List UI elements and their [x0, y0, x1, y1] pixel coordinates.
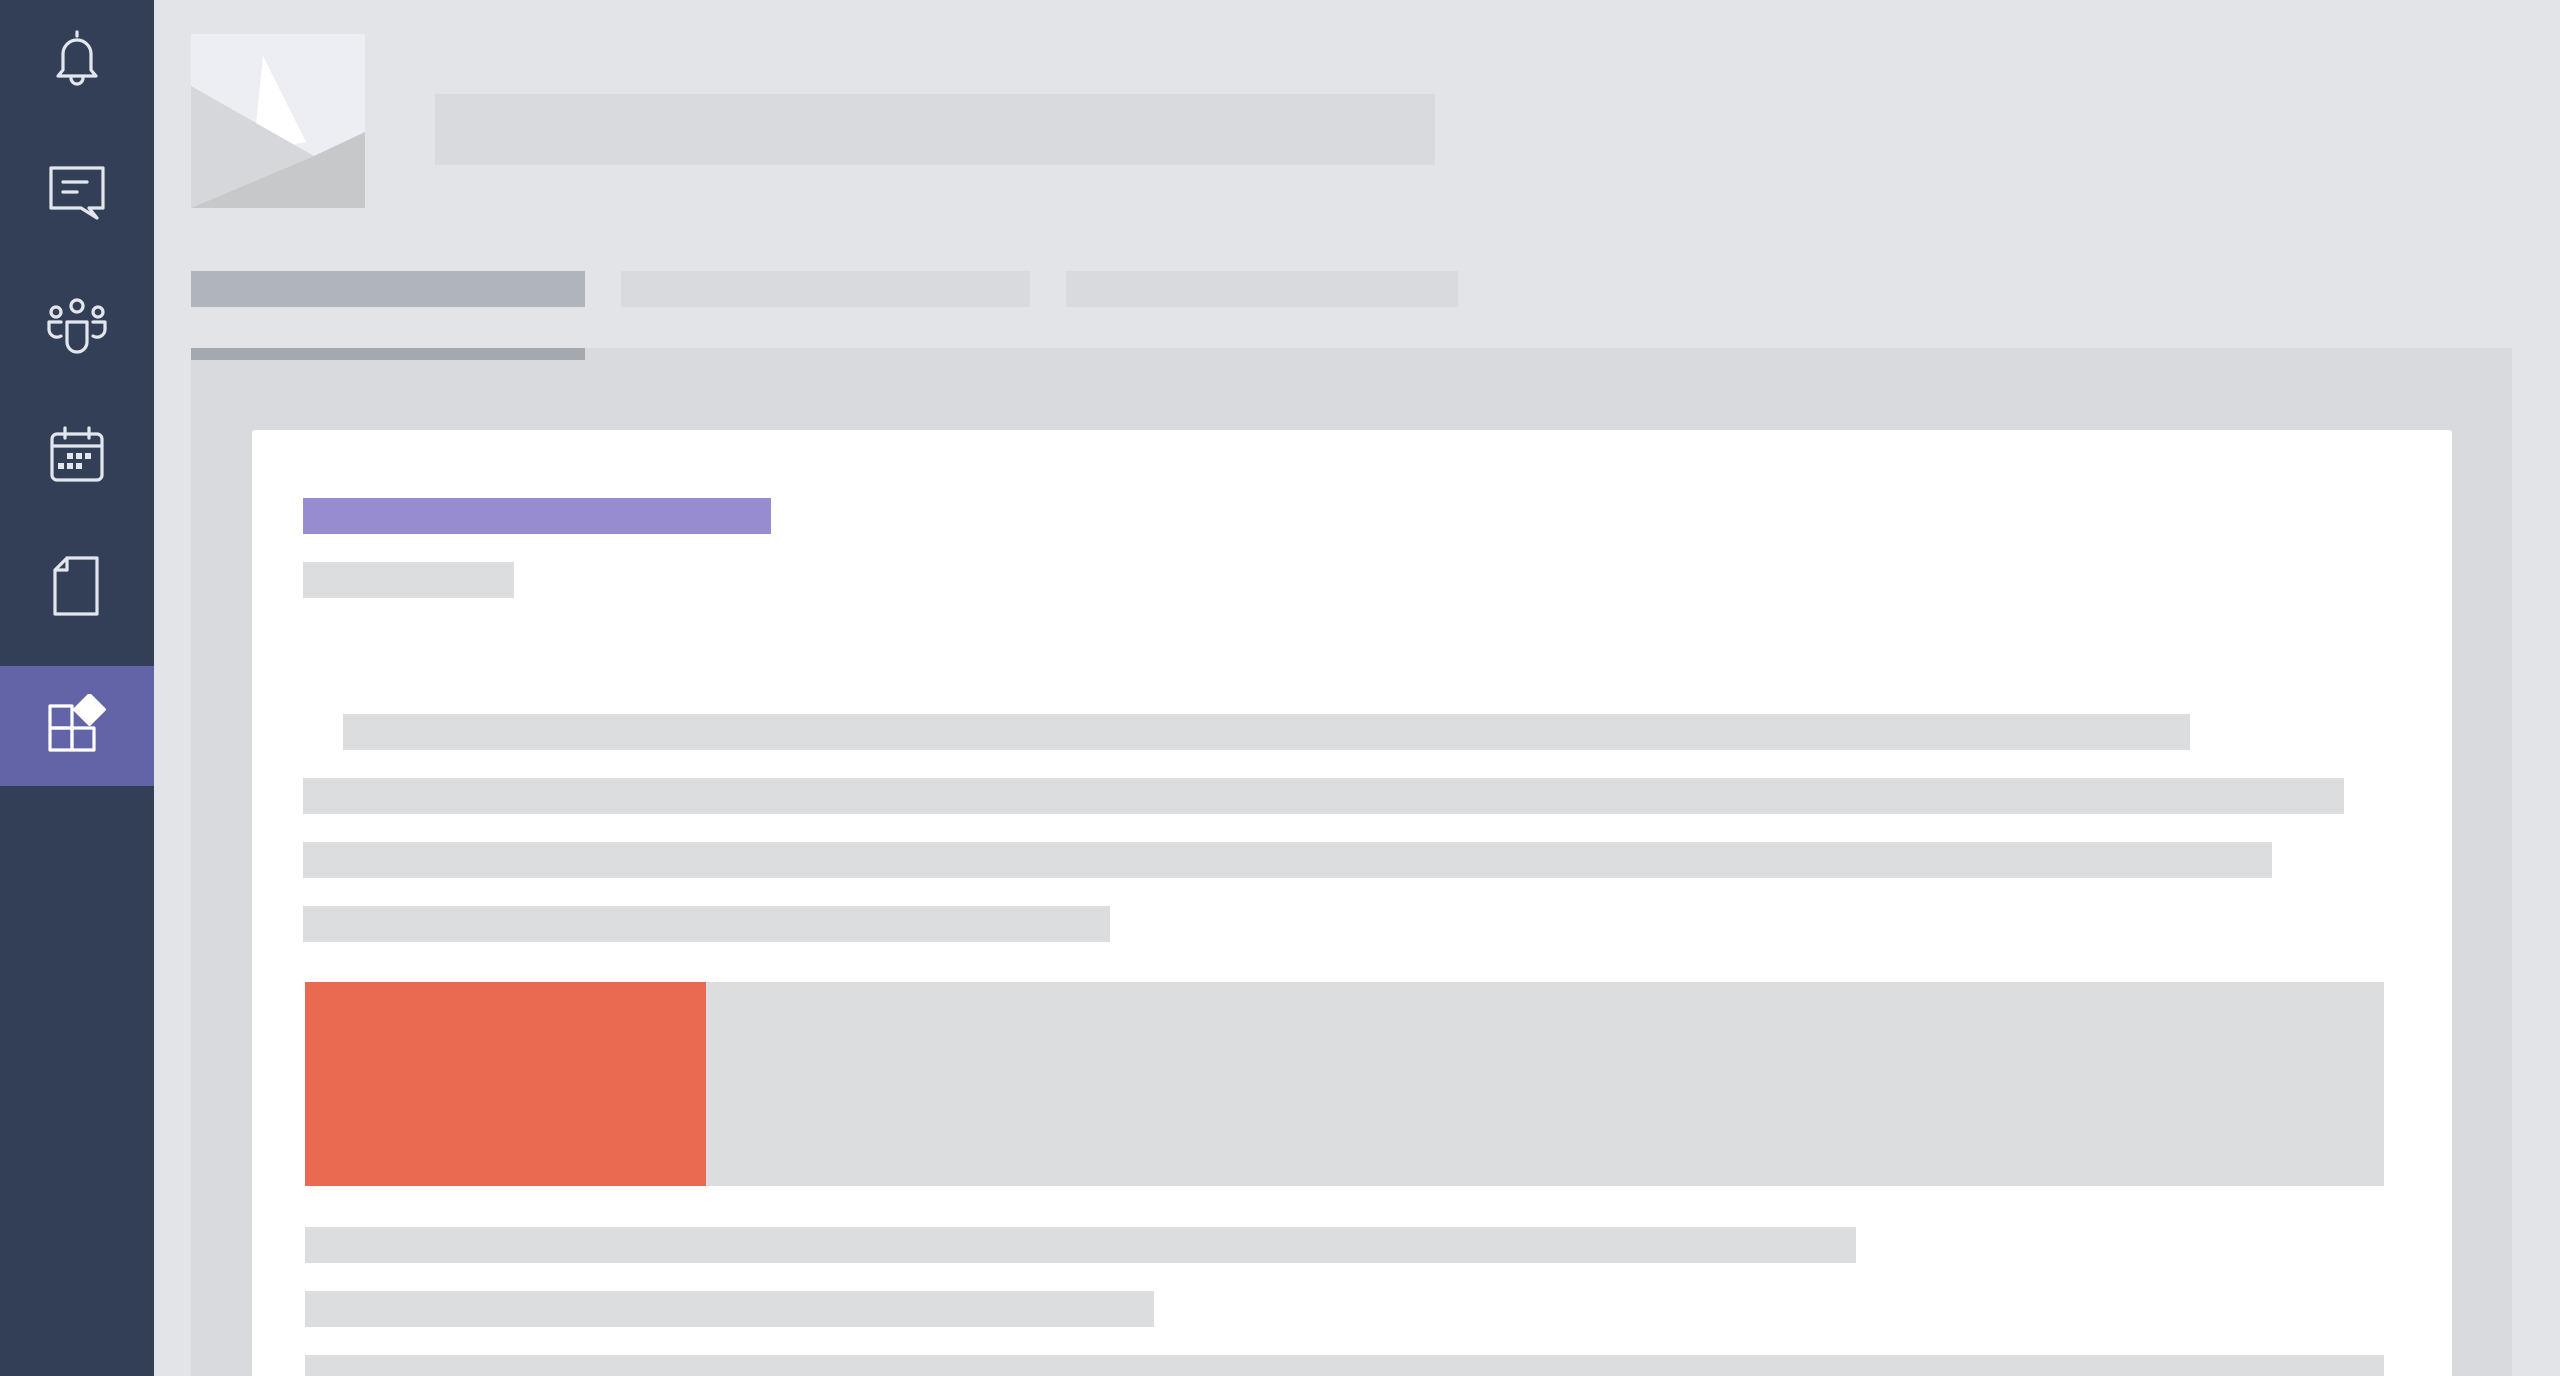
tab-2[interactable] [621, 271, 1030, 307]
tab-1[interactable] [191, 271, 585, 307]
page-title-placeholder [435, 94, 1435, 165]
teams-icon [47, 298, 107, 354]
text-line-placeholder [303, 842, 2272, 878]
rail-item-teams[interactable] [0, 264, 154, 384]
text-line-placeholder [305, 1227, 1856, 1263]
text-line-placeholder [305, 1355, 2384, 1376]
app-logo [191, 34, 365, 208]
text-line-placeholder [305, 1291, 1154, 1327]
rail-item-activity[interactable] [0, 0, 154, 120]
progress-bar [305, 982, 2384, 1186]
rail-item-files[interactable] [0, 526, 154, 646]
card-subtitle-placeholder [303, 562, 514, 598]
active-tab-indicator [191, 348, 585, 360]
rail-item-calendar[interactable] [0, 396, 154, 516]
chat-icon [49, 166, 105, 220]
app-rail [0, 0, 154, 1376]
rail-item-chat[interactable] [0, 132, 154, 252]
text-line-placeholder [303, 906, 1110, 942]
card-heading-placeholder [303, 498, 771, 534]
apps-icon [48, 694, 106, 752]
image-placeholder-icon [191, 34, 365, 208]
files-icon [53, 556, 99, 616]
text-line-placeholder [303, 778, 2344, 814]
calendar-icon [50, 426, 104, 482]
rail-item-apps[interactable] [0, 666, 154, 786]
tab-3[interactable] [1066, 271, 1458, 307]
text-line-placeholder [343, 714, 2190, 750]
bell-icon [56, 30, 98, 86]
progress-fill [305, 982, 706, 1186]
